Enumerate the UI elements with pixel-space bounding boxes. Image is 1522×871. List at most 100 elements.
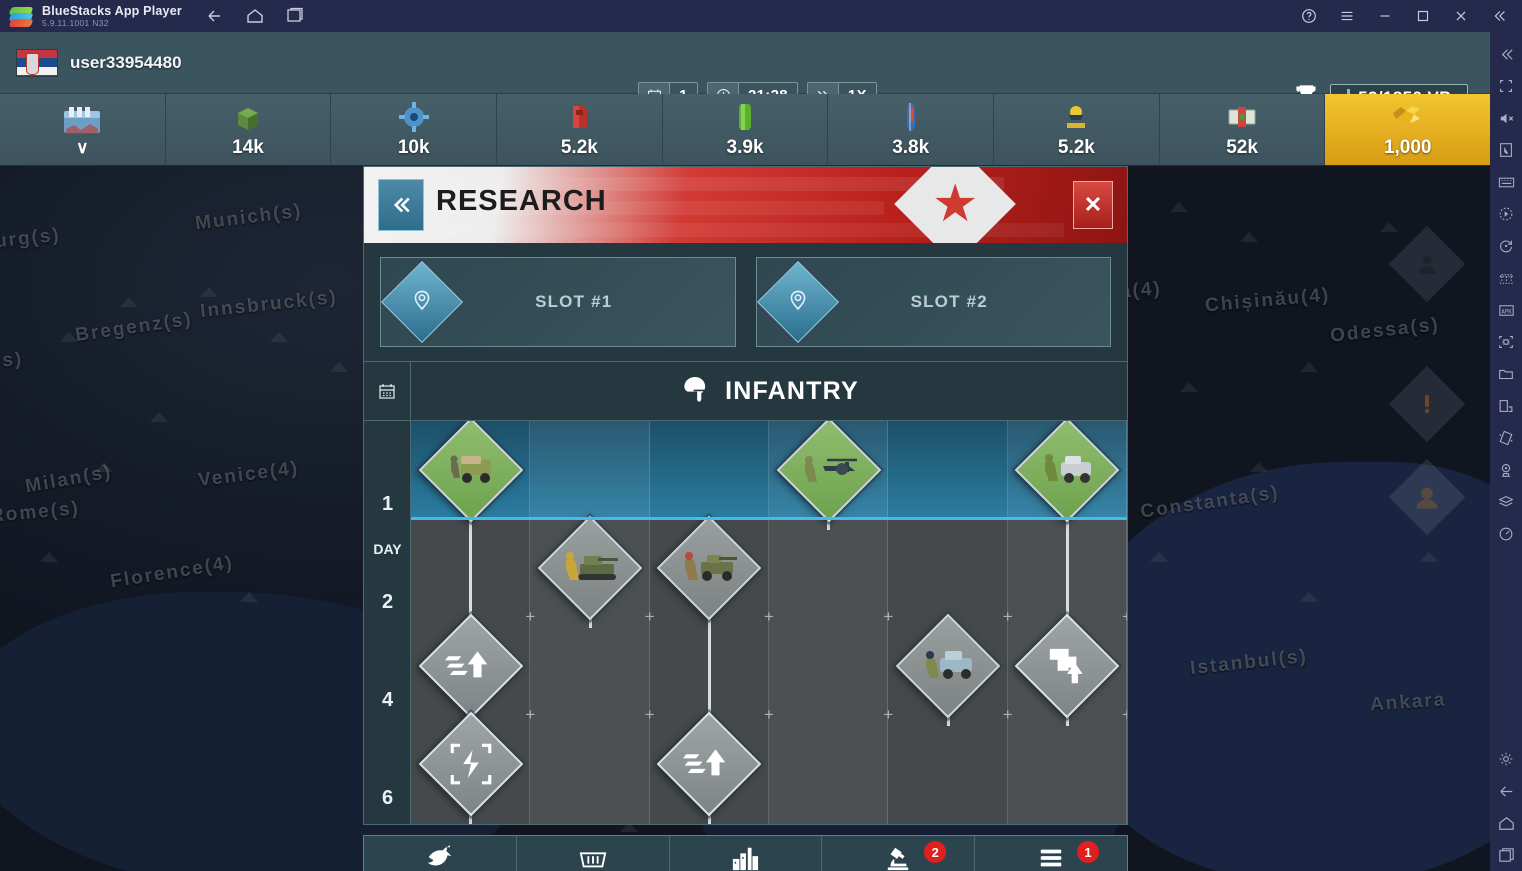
layers-icon[interactable]	[1491, 486, 1521, 518]
map-marker-alert[interactable]	[1388, 365, 1466, 443]
resource-value: 5.2k	[1057, 136, 1095, 158]
light-infantry-icon	[1035, 438, 1099, 502]
android-recents-icon[interactable]	[1491, 839, 1521, 871]
map-city-label: Florence(4)	[109, 552, 236, 593]
tree-cell[interactable]	[768, 519, 889, 824]
nav-item-more[interactable]: More1	[975, 836, 1127, 871]
resource-resources-collapse[interactable]: ∨	[0, 94, 166, 165]
resource-value: 10k	[397, 136, 430, 158]
grid-plus-marker: +	[1122, 608, 1127, 625]
day-1-divider	[411, 517, 1127, 520]
day-row-label: 2	[381, 591, 394, 613]
research-category-name: INFANTRY	[725, 376, 859, 405]
multi-instance-icon[interactable]	[1491, 262, 1521, 294]
resource-fuel[interactable]: 5.2k	[497, 94, 663, 165]
settings-gear-icon[interactable]	[1491, 743, 1521, 775]
panel-back-button[interactable]	[378, 179, 424, 231]
minimize-icon[interactable]	[1374, 5, 1396, 27]
money-icon	[1226, 101, 1258, 133]
map-mountain-icon	[1170, 202, 1188, 212]
basket-icon	[578, 844, 608, 871]
android-back-icon[interactable]	[1491, 775, 1521, 807]
resource-gold[interactable]: 1,000	[1325, 94, 1490, 165]
chevron-down-icon[interactable]: ∨	[76, 139, 88, 156]
fullscreen-icon[interactable]	[1491, 70, 1521, 102]
tree-cell[interactable]	[530, 421, 650, 519]
calendar-icon	[364, 362, 411, 420]
macro-icon[interactable]	[1491, 198, 1521, 230]
map-city-label: (s)	[0, 349, 24, 372]
close-panel-button[interactable]: ✕	[1073, 181, 1113, 229]
collapse-sidebar-icon[interactable]	[1488, 5, 1510, 27]
android-home-icon[interactable]	[1491, 807, 1521, 839]
rotate-icon[interactable]	[1491, 230, 1521, 262]
player-username[interactable]: user33954480	[70, 53, 182, 73]
research-category-header: INFANTRY	[364, 361, 1127, 421]
keyboard-icon[interactable]	[1491, 166, 1521, 198]
nav-item-diplomacy[interactable]: Diplomacy	[364, 836, 517, 871]
grid-plus-marker: +	[525, 607, 536, 626]
mechanized-infantry-icon	[558, 536, 622, 600]
resource-rare-materials[interactable]: 3.9k	[662, 94, 829, 165]
help-icon[interactable]	[1298, 5, 1320, 27]
resource-value: 52k	[1226, 136, 1258, 158]
speed-upgrade-icon	[439, 634, 503, 698]
research-slot-icon	[380, 260, 464, 344]
electronics-icon	[895, 101, 927, 133]
close-icon[interactable]	[1450, 5, 1472, 27]
research-slot-2[interactable]: SLOT #2	[755, 257, 1111, 347]
research-slot-1[interactable]: SLOT #1	[380, 257, 736, 347]
speed-upgrade-icon	[677, 732, 741, 796]
nav-item-cities[interactable]: Cities	[670, 836, 823, 871]
menu-icon[interactable]	[1336, 5, 1358, 27]
app-center-icon[interactable]	[1491, 390, 1521, 422]
multi-window-icon[interactable]	[284, 5, 306, 27]
manpower-icon	[1060, 101, 1092, 133]
map-mountain-icon	[200, 287, 218, 297]
tree-cell[interactable]	[650, 421, 769, 519]
grid-plus-marker: +	[764, 607, 774, 626]
resource-electronics[interactable]: 3.8k	[828, 94, 995, 165]
gold-icon	[1390, 101, 1426, 133]
nav-item-market[interactable]: Market	[517, 836, 670, 871]
police-unit-icon	[916, 634, 980, 698]
map-marker-player[interactable]	[1388, 225, 1466, 303]
resource-components-gear[interactable]: 10k	[331, 94, 498, 165]
map-mountain-icon	[330, 362, 348, 372]
resource-manpower[interactable]: 5.2k	[994, 94, 1160, 165]
bluestacks-sidebar: APK	[1490, 32, 1522, 871]
research-tree-grid[interactable]: + + + + + + + + + + + +	[411, 421, 1127, 824]
research-tree-day-axis: 1 2 4 6 DAY	[364, 421, 411, 824]
map-mountain-icon	[270, 332, 288, 342]
dove-icon	[425, 844, 455, 871]
apk-install-icon[interactable]: APK	[1491, 294, 1521, 326]
map-city-label: Innsbruck(s)	[199, 286, 339, 323]
resource-food-crate[interactable]: 14k	[165, 94, 332, 165]
tree-cell[interactable]	[888, 421, 1008, 519]
map-city-label: Bregenz(s)	[74, 308, 195, 347]
map-mountain-icon	[1300, 362, 1318, 372]
map-mountain-icon	[120, 297, 138, 307]
location-icon[interactable]	[1491, 454, 1521, 486]
map-mountain-icon	[95, 462, 113, 472]
back-icon[interactable]	[204, 5, 226, 27]
hamburger-icon	[1036, 844, 1066, 871]
resource-value: 3.9k	[726, 136, 764, 158]
resource-money[interactable]: 52k	[1159, 94, 1326, 165]
map-city-label: Munich(s)	[194, 200, 304, 235]
top-hud: user33954480 1 21:28	[0, 32, 1490, 112]
media-folder-icon[interactable]	[1491, 358, 1521, 390]
mute-icon[interactable]	[1491, 102, 1521, 134]
cursor-icon[interactable]	[1491, 134, 1521, 166]
titlebar-nav-buttons	[204, 5, 306, 27]
page-title: RESEARCH	[436, 185, 607, 217]
shake-icon[interactable]	[1491, 422, 1521, 454]
screenshot-icon[interactable]	[1491, 326, 1521, 358]
map-city-label: Venice(4)	[197, 457, 301, 492]
home-icon[interactable]	[244, 5, 266, 27]
nav-item-research[interactable]: Research2	[822, 836, 976, 871]
collapse-icon[interactable]	[1491, 38, 1521, 70]
maximize-icon[interactable]	[1412, 5, 1434, 27]
research-tree[interactable]: 1 2 4 6 DAY + + + + + + + + + + + +	[364, 421, 1127, 824]
performance-icon[interactable]	[1491, 518, 1521, 550]
